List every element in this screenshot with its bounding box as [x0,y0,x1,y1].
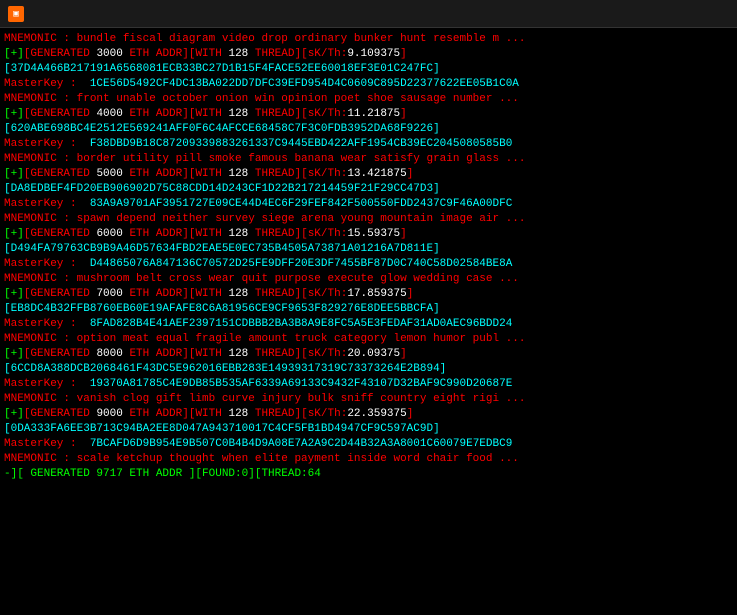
terminal-line: MasterKey : D44865076A847136C70572D25FE9… [4,257,733,272]
terminal-line: MasterKey : 8FAD828B4E41AEF2397151CDBBB2… [4,317,733,332]
terminal-line: [+][GENERATED 5000 ETH ADDR][WITH 128 TH… [4,167,733,182]
terminal-line: MNEMONIC : bundle fiscal diagram video d… [4,32,733,47]
terminal-line: [+][GENERATED 4000 ETH ADDR][WITH 128 TH… [4,107,733,122]
terminal-line: -][ GENERATED 9717 ETH ADDR ][FOUND:0][T… [4,467,733,482]
terminal-line: MasterKey : 7BCAFD6D9B954E9B507C0B4B4D9A… [4,437,733,452]
titlebar: ▣ [0,0,737,28]
terminal-line: [EB8DC4B32FFB8760EB60E19AFAFE8C6A81956CE… [4,302,733,317]
terminal-line: [6CCD8A388DCB2068461F43DC5E962016EBB283E… [4,362,733,377]
terminal-line: [D494FA79763CB9B9A46D57634FBD2EAE5E0EC73… [4,242,733,257]
terminal-line: MasterKey : 19370A81785C4E9DB85B535AF633… [4,377,733,392]
terminal-line: MNEMONIC : vanish clog gift limb curve i… [4,392,733,407]
terminal-line: MNEMONIC : option meat equal fragile amo… [4,332,733,347]
terminal-line: [+][GENERATED 6000 ETH ADDR][WITH 128 TH… [4,227,733,242]
terminal-line: MNEMONIC : scale ketchup thought when el… [4,452,733,467]
terminal-line: MasterKey : 83A9A9701AF3951727E09CE44D4E… [4,197,733,212]
terminal-line: [0DA333FA6EE3B713C94BA2EE8D047A943710017… [4,422,733,437]
terminal-line: [+][GENERATED 9000 ETH ADDR][WITH 128 TH… [4,407,733,422]
terminal-line: MNEMONIC : front unable october onion wi… [4,92,733,107]
terminal-line: MNEMONIC : mushroom belt cross wear quit… [4,272,733,287]
terminal-line: [37D4A466B217191A6568081ECB33BC27D1B15F4… [4,62,733,77]
terminal-line: [+][GENERATED 3000 ETH ADDR][WITH 128 TH… [4,47,733,62]
terminal-line: MNEMONIC : border utility pill smoke fam… [4,152,733,167]
terminal-line: [DA8EDBEF4FD20EB906902D75C88CDD14D243CF1… [4,182,733,197]
terminal-output: MNEMONIC : bundle fiscal diagram video d… [0,28,737,615]
terminal-line: MNEMONIC : spawn depend neither survey s… [4,212,733,227]
app-icon: ▣ [8,6,24,22]
terminal-line: [620ABE698BC4E2512E569241AFF0F6C4AFCCE68… [4,122,733,137]
terminal-line: [+][GENERATED 7000 ETH ADDR][WITH 128 TH… [4,287,733,302]
terminal-line: MasterKey : 1CE56D5492CF4DC13BA022DD7DFC… [4,77,733,92]
terminal-line: [+][GENERATED 8000 ETH ADDR][WITH 128 TH… [4,347,733,362]
terminal-line: MasterKey : F38DBD9B18C87209339883261337… [4,137,733,152]
